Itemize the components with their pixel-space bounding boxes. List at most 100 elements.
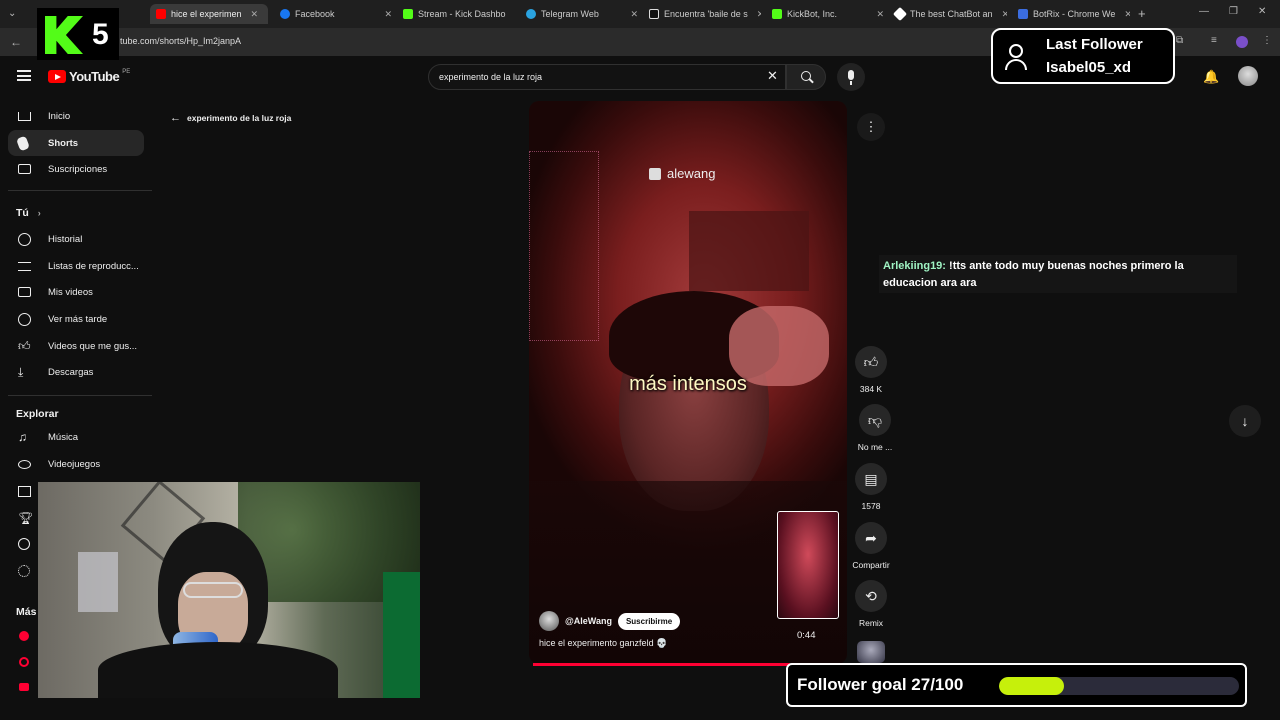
channel-avatar[interactable] (539, 611, 559, 631)
preview-time: 0:44 (797, 630, 816, 641)
sidebar-section-explore: Explorar (16, 408, 59, 420)
sidebar-item-descargas[interactable]: ⤓ Descargas (0, 359, 145, 385)
twitch-icon (649, 167, 661, 180)
back-arrow-icon[interactable]: ← (10, 35, 22, 49)
sidebar-item-historial[interactable]: Historial (0, 226, 145, 252)
audio-thumbnail[interactable] (857, 641, 885, 663)
news-icon[interactable] (18, 486, 31, 497)
watch-later-icon (18, 312, 31, 326)
video-progress-fill (533, 663, 791, 666)
section-label: Tú (16, 207, 29, 219)
dislike-button[interactable]: 👎︎ No me ... (840, 404, 910, 452)
tab-botrix[interactable]: BotRix - Chrome We ✕ (1012, 4, 1130, 24)
close-icon[interactable]: ✕ (630, 9, 638, 20)
like-button[interactable]: 👍︎ 384 K (836, 346, 906, 394)
sidebar-item-inicio[interactable]: Inicio (0, 103, 145, 129)
comments-button[interactable]: ▤ 1578 (836, 463, 906, 511)
arrow-down-icon: ↓ (1241, 413, 1249, 429)
url-field[interactable]: tube.com/shorts/Hp_Im2janpA (120, 36, 241, 46)
sidebar-item-label: Videojuegos (48, 458, 101, 470)
tab-facebook[interactable]: Facebook ✕ (274, 4, 392, 24)
youtube-play-icon (48, 70, 66, 83)
kick-logo-icon (45, 16, 83, 54)
facebook-favicon-icon (280, 9, 290, 19)
new-tab-icon[interactable]: + (1138, 6, 1146, 21)
podcast-icon[interactable] (18, 565, 30, 577)
tab-tiktok[interactable]: Encuentra 'baile de s ✕ (643, 4, 761, 24)
youtube-kids-icon[interactable] (19, 683, 29, 691)
remix-button[interactable]: ⟲ Remix (836, 580, 906, 628)
hamburger-menu-icon[interactable] (17, 70, 31, 81)
tab-title: KickBot, Inc. (787, 9, 838, 19)
trophy-icon[interactable]: 🏆︎ (18, 511, 33, 525)
tab-telegram[interactable]: Telegram Web ✕ (520, 4, 638, 24)
channel-row: @AleWang Suscribirme (539, 611, 681, 631)
close-icon[interactable]: ✕ (251, 9, 259, 20)
minimize-icon[interactable]: — (1199, 6, 1209, 17)
sidebar-item-suscripciones[interactable]: Suscripciones (0, 156, 145, 182)
sidebar-item-videojuegos[interactable]: Videojuegos (0, 451, 145, 477)
tab-title: Stream - Kick Dashbo (418, 9, 506, 19)
tab-chatbot[interactable]: The best ChatBot an ✕ (889, 4, 1007, 24)
close-icon[interactable]: ✕ (1124, 9, 1130, 20)
close-icon[interactable]: ✕ (876, 9, 884, 20)
sidebar-item-listas[interactable]: Listas de reproducc... (0, 253, 145, 279)
close-icon[interactable]: ✕ (384, 9, 392, 20)
chat-username: Arlekiing19: (883, 260, 946, 272)
sidebar-item-label: Listas de reproducc... (48, 260, 139, 272)
shorts-icon (16, 135, 30, 151)
wall-shelf (689, 211, 809, 291)
share-label: Compartir (852, 560, 890, 570)
youtube-music-icon[interactable] (19, 657, 29, 667)
back-arrow-icon: ← (170, 112, 181, 124)
back-to-search-link[interactable]: ← experimento de la luz roja (170, 112, 291, 124)
channel-name[interactable]: @AleWang (565, 616, 612, 626)
sidebar-item-musica[interactable]: ♫ Música (0, 424, 145, 450)
sidepanel-icon[interactable]: ≡ (1211, 35, 1217, 46)
wall-frame (529, 151, 599, 341)
clear-search-icon[interactable]: ✕ (767, 68, 778, 84)
sidebar-item-videos-que-me-gustan[interactable]: 👍︎ Videos que me gus... (0, 333, 145, 359)
sidebar-item-mis-videos[interactable]: Mis videos (0, 279, 145, 305)
video-title[interactable]: hice el experimento ganzfeld 💀 (539, 638, 667, 649)
youtube-logo[interactable]: YouTube PE (48, 69, 130, 84)
lightbulb-icon[interactable] (18, 538, 30, 550)
country-code: PE (122, 68, 131, 75)
youtube-favicon-icon (156, 9, 166, 19)
close-icon[interactable]: ✕ (1002, 9, 1007, 20)
search-button[interactable] (786, 64, 826, 90)
tab-kickbot[interactable]: KickBot, Inc. ✕ (766, 4, 884, 24)
window-close-icon[interactable]: ✕ (1258, 6, 1266, 17)
tab-kick-dashboard[interactable]: Stream - Kick Dashbo ✕ (397, 4, 515, 24)
maximize-icon[interactable]: ❐ (1229, 6, 1238, 17)
sidebar-section-you[interactable]: Tú › (16, 207, 41, 219)
share-button[interactable]: ➦ Compartir (836, 522, 906, 570)
account-avatar[interactable] (1238, 66, 1258, 86)
youtube-premium-icon[interactable] (19, 631, 29, 641)
kick-overlay: 5 (37, 8, 119, 60)
watermark-label: alewang (667, 166, 716, 181)
tab-search-icon[interactable]: ⌄ (8, 8, 16, 19)
tab-youtube[interactable]: hice el experimen ✕ (150, 4, 268, 24)
my-videos-icon (18, 287, 31, 297)
search-input[interactable]: experimento de la luz roja (428, 64, 786, 90)
download-icon: ⤓ (18, 364, 24, 379)
close-icon[interactable]: ✕ (757, 9, 761, 20)
sidebar-item-shorts[interactable]: Shorts (8, 130, 144, 156)
next-short-button[interactable]: ↓ (1229, 405, 1261, 437)
last-follower-name: Isabel05_xd (1046, 59, 1132, 76)
more-options-button[interactable]: ⋮ (857, 113, 885, 141)
profile-avatar[interactable] (1236, 36, 1248, 48)
browser-menu-icon[interactable]: ⋮ (1262, 35, 1272, 46)
voice-search-button[interactable] (837, 63, 865, 91)
dislike-label: No me ... (857, 442, 893, 452)
extensions-icon[interactable]: ⧉ (1176, 35, 1183, 46)
follower-goal-widget: Follower goal 27/100 (786, 663, 1247, 707)
history-icon (18, 232, 31, 246)
chat-overlay-message: Arlekiing19: !tts ante todo muy buenas n… (879, 255, 1237, 293)
preview-thumbnail[interactable] (777, 511, 839, 619)
notifications-bell-icon[interactable]: 🔔 (1203, 69, 1219, 85)
subscribe-button[interactable]: Suscribirme (617, 612, 681, 630)
sidebar-item-ver-mas-tarde[interactable]: Ver más tarde (0, 306, 145, 332)
microphone-icon (848, 70, 854, 80)
